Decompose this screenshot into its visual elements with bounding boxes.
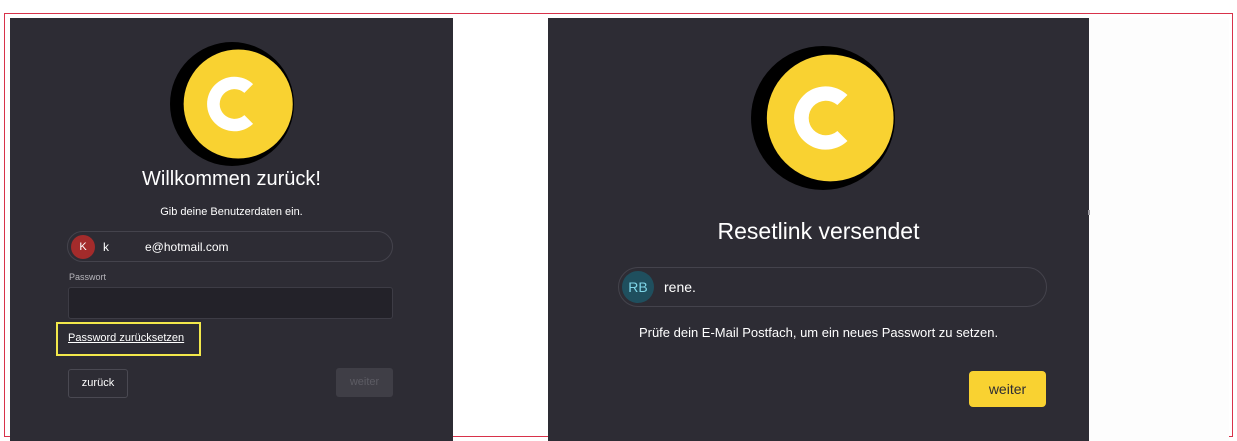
page-title: Willkommen zurück! [142, 168, 321, 190]
page-title: Resetlink versendet [717, 218, 920, 244]
account-name: rene. [664, 279, 696, 295]
avatar: K [71, 235, 95, 259]
account-name-prefix: k [103, 240, 109, 254]
reset-password-link[interactable]: Password zurücksetzen [68, 332, 184, 344]
account-selector[interactable]: K k e@hotmail.com [67, 231, 393, 262]
reset-message: Prüfe dein E-Mail Postfach, um ein neues… [638, 325, 999, 340]
password-label: Passwort [69, 272, 107, 282]
avatar: RB [622, 271, 654, 303]
account-selector[interactable]: RB rene. [618, 267, 1047, 307]
reset-panel: Resetlink versendet RB rene. Prüfe dein … [548, 18, 1089, 441]
back-button[interactable]: zurück [68, 369, 128, 398]
background-strip [1089, 18, 1229, 441]
logo-icon [170, 42, 294, 166]
divider-mark [1088, 210, 1090, 215]
next-button[interactable]: weiter [969, 371, 1046, 407]
page-subtitle: Gib deine Benutzerdaten ein. [160, 206, 303, 218]
account-email: e@hotmail.com [145, 240, 229, 254]
password-field[interactable] [68, 287, 393, 319]
login-panel: Willkommen zurück! Gib deine Benutzerdat… [10, 18, 453, 441]
logo-icon [751, 46, 895, 190]
next-button-disabled[interactable]: weiter [336, 368, 393, 397]
